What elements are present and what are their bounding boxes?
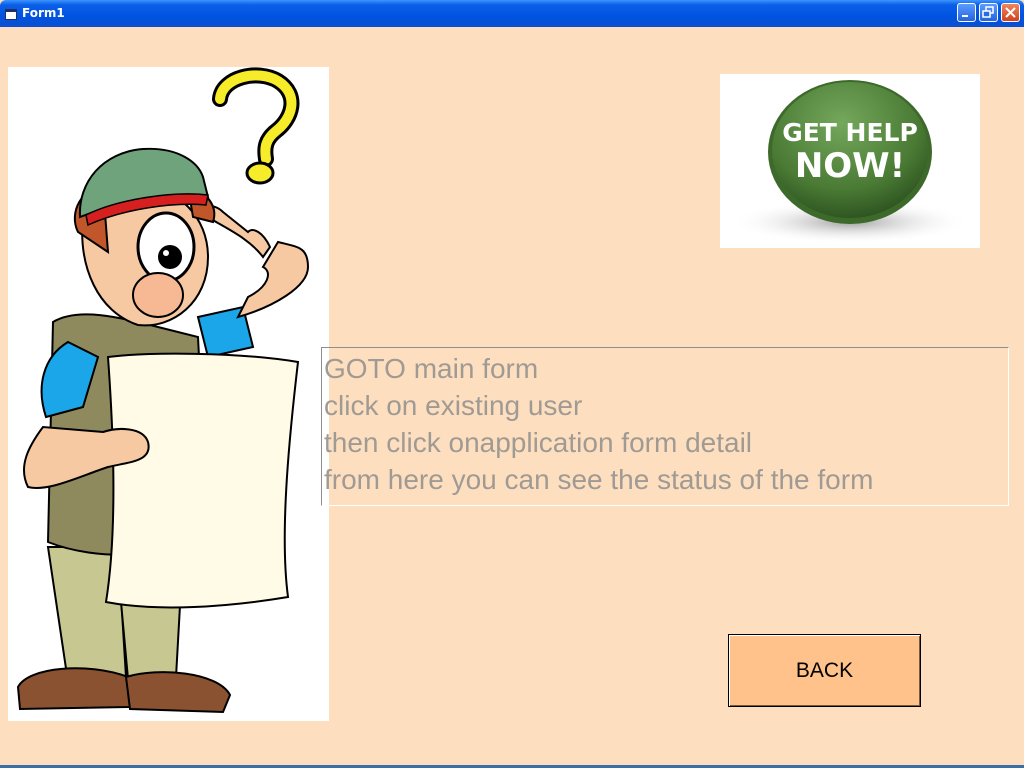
close-button[interactable] bbox=[1001, 3, 1020, 22]
form-window-icon[interactable] bbox=[5, 7, 17, 20]
confused-man-illustration bbox=[8, 67, 329, 721]
instruction-line: click on existing user bbox=[324, 390, 583, 421]
title-bar[interactable]: Form1 bbox=[0, 0, 1024, 27]
instructions-label: GOTO main form click on existing user th… bbox=[321, 347, 1009, 506]
close-icon bbox=[1005, 7, 1016, 18]
get-help-text: GET HELP bbox=[782, 118, 918, 147]
instruction-line: GOTO main form bbox=[324, 353, 539, 384]
minimize-button[interactable] bbox=[957, 3, 976, 22]
restore-button[interactable] bbox=[979, 3, 998, 22]
window-title: Form1 bbox=[22, 6, 65, 20]
minimize-icon bbox=[962, 15, 968, 17]
now-text: NOW! bbox=[794, 146, 906, 186]
back-button[interactable]: BACK bbox=[728, 634, 921, 707]
instruction-line: from here you can see the status of the … bbox=[324, 464, 874, 495]
instruction-line: then click onapplication form detail bbox=[324, 427, 753, 458]
restore-icon bbox=[982, 6, 994, 18]
get-help-now-button[interactable]: GET HELP NOW! bbox=[720, 74, 980, 248]
